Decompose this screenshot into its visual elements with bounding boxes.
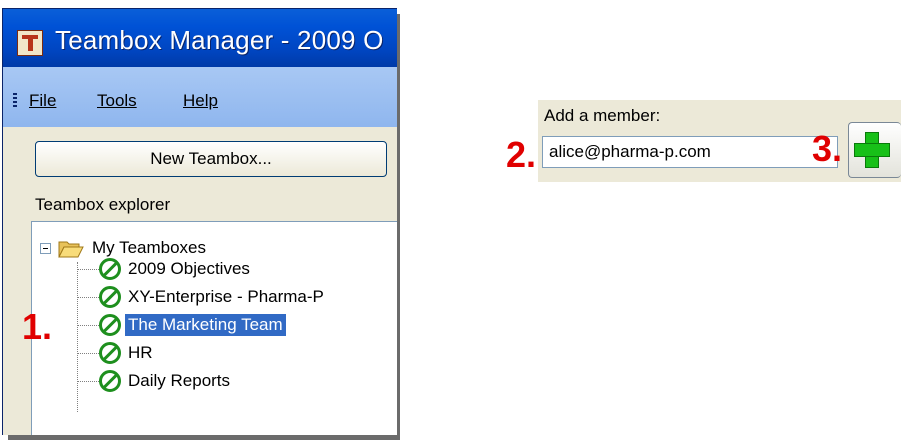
tree-item-label: 2009 Objectives [128,259,250,278]
tree-item-daily-reports[interactable]: Daily Reports [77,367,397,395]
new-teambox-button[interactable]: New Teambox... [35,141,387,177]
teambox-tree: My Teamboxes 2009 Objectives XY-Enterpri… [31,221,397,435]
menu-tools[interactable]: Tools [97,91,137,111]
menu-file[interactable]: File [29,91,56,111]
tree-branch-line [77,325,99,327]
no-entry-icon [99,286,121,308]
member-email-input[interactable] [542,136,838,168]
add-member-panel: Add a member: [538,100,901,182]
add-member-label: Add a member: [544,106,661,125]
no-entry-icon [99,370,121,392]
step-number-1: 1. [22,306,53,347]
tree-item-marketing-team[interactable]: The Marketing Team [77,311,397,339]
menu-file-label: File [29,91,57,110]
menu-tools-label: Tools [97,91,137,110]
menu-grip-handle[interactable] [13,93,17,107]
no-entry-icon [99,342,121,364]
green-plus-icon-center [866,144,878,156]
no-entry-icon [99,314,121,336]
no-entry-icon [99,258,121,280]
tree-item-label: The Marketing Team [125,314,286,336]
step-number-2: 2. [506,134,537,175]
step-number-3: 3. [812,128,843,169]
teambox-explorer-label: Teambox explorer [35,195,171,214]
tree-item-2009-objectives[interactable]: 2009 Objectives [77,255,397,283]
tree-item-label: HR [128,343,153,362]
tree-branch-line [77,297,99,299]
tree-branch-line [77,269,99,271]
title-bar[interactable]: Teambox Manager - 2009 O [3,9,397,67]
window-title: Teambox Manager - 2009 O [55,25,384,55]
tree-item-xy-enterprise[interactable]: XY-Enterprise - Pharma-P [77,283,397,311]
teambox-app-icon [17,30,43,56]
tree-branch-line [77,353,99,355]
menu-help-label: Help [183,91,218,110]
teambox-manager-window: Teambox Manager - 2009 O File Tools Help… [2,8,397,435]
menu-bar: File Tools Help [3,67,397,127]
tree-item-label: Daily Reports [128,371,231,390]
tree-item-label: XY-Enterprise - Pharma-P [128,287,324,306]
tree-item-hr[interactable]: HR [77,339,397,367]
tree-branch-line [77,381,99,383]
menu-help[interactable]: Help [183,91,218,111]
minus-expander-icon[interactable] [40,243,51,254]
add-member-button[interactable] [848,122,901,178]
